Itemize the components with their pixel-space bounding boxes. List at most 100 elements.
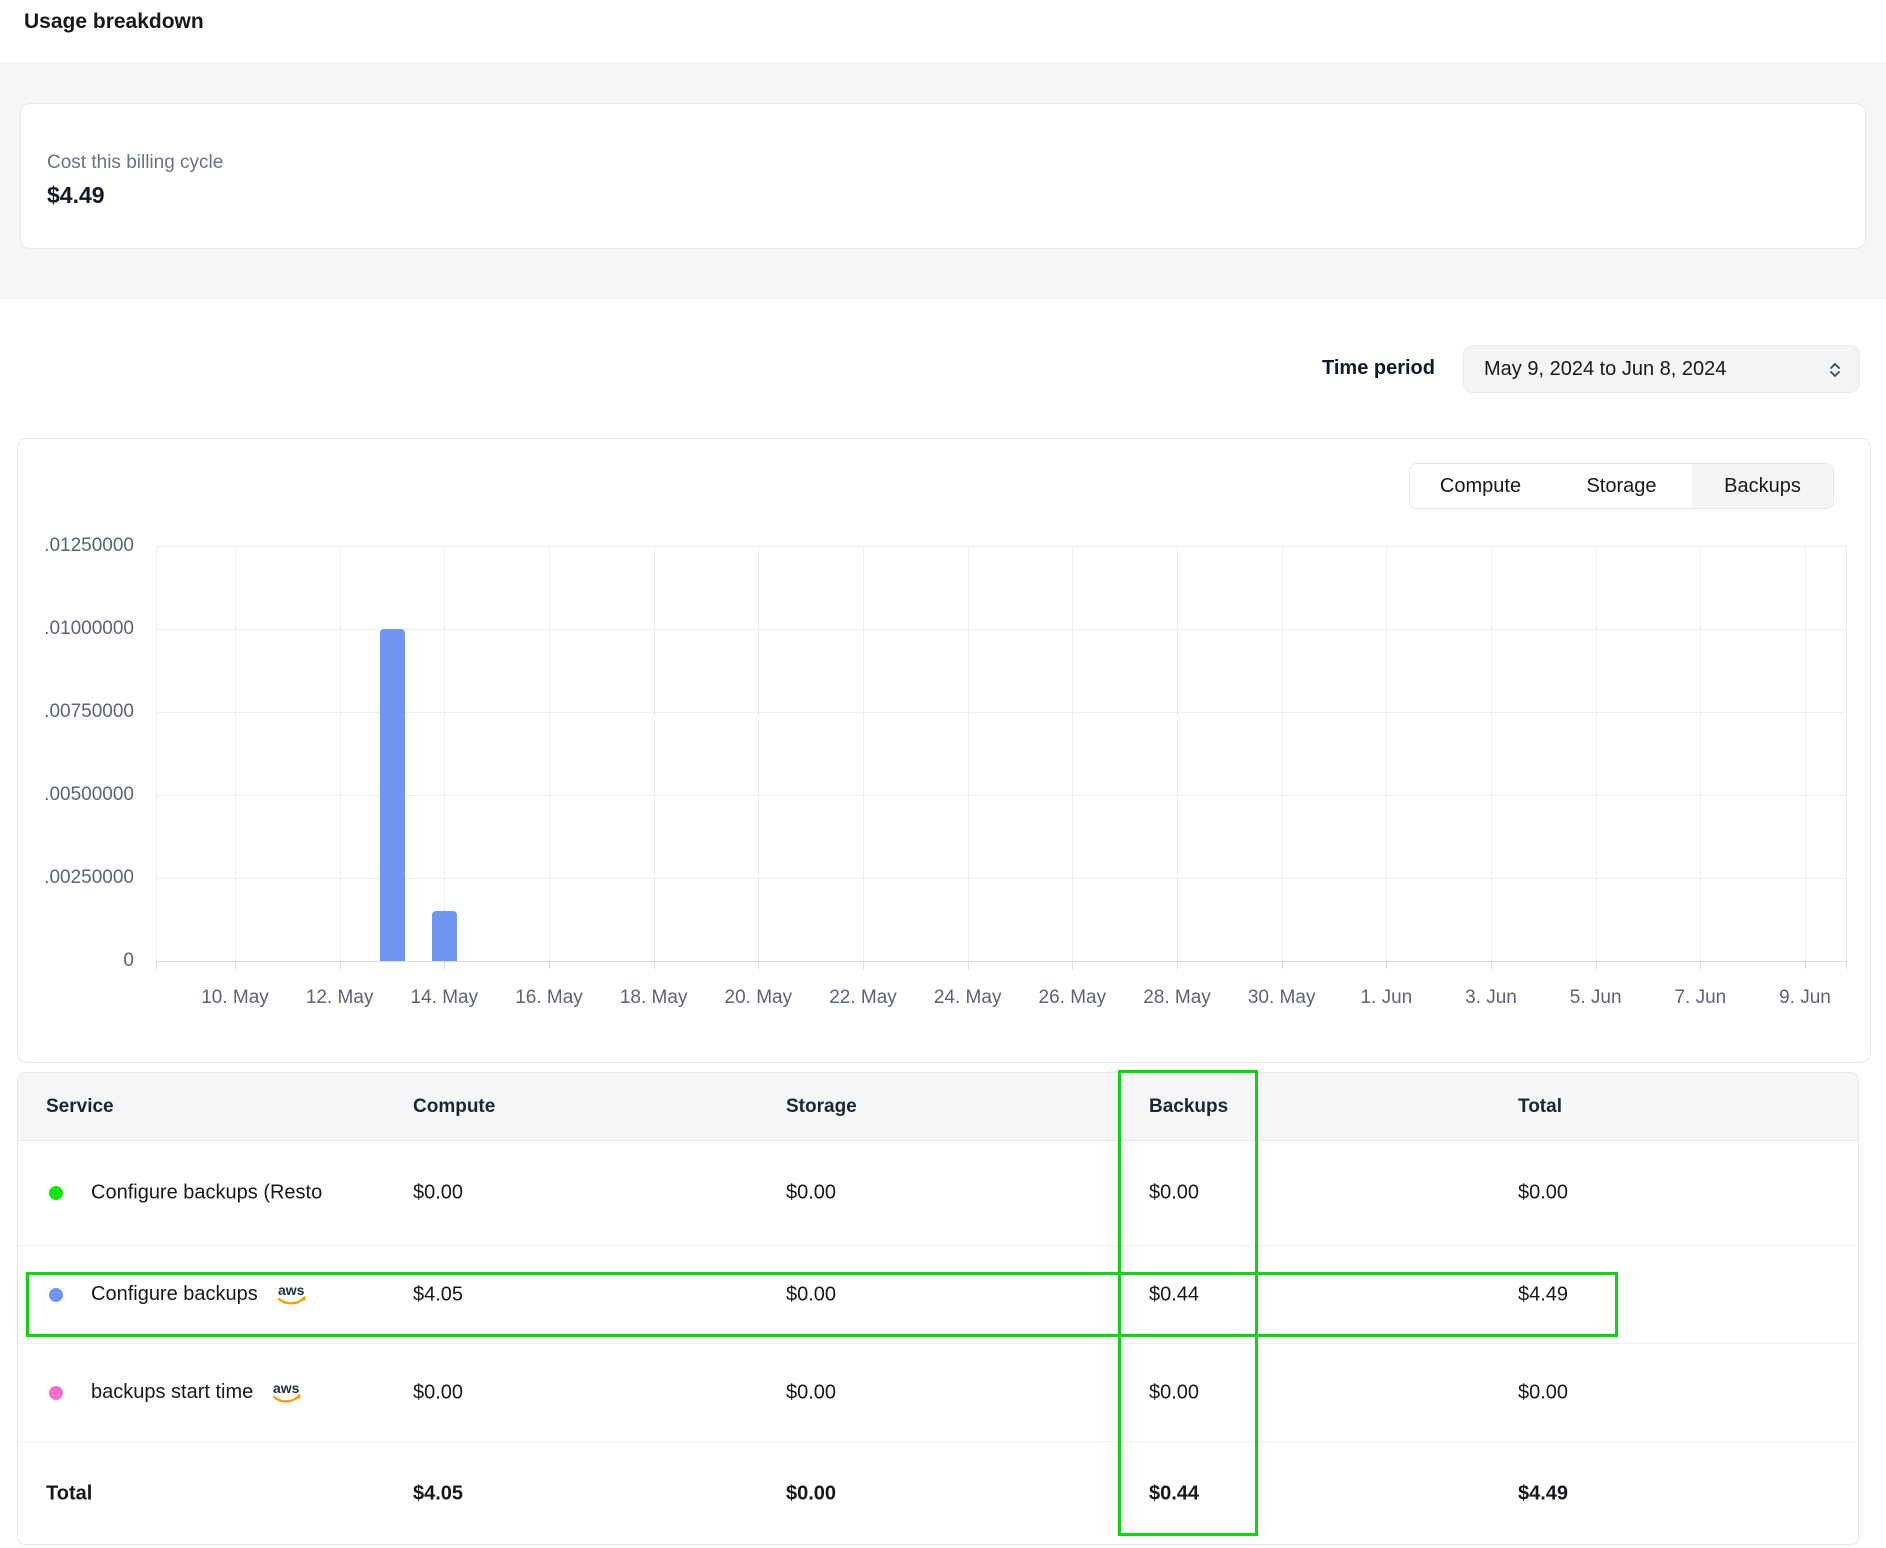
cost-card: Cost this billing cycle $4.49	[20, 103, 1866, 249]
x-axis-label: 9. Jun	[1779, 987, 1831, 1009]
axis-tick	[549, 961, 550, 969]
axis-tick	[1805, 961, 1806, 969]
x-gridline	[1491, 546, 1492, 961]
x-axis-label: 7. Jun	[1674, 987, 1726, 1009]
axis-tick	[340, 961, 341, 969]
x-gridline	[1177, 546, 1178, 961]
axis-tick	[654, 961, 655, 969]
cell-total: $4.49	[1518, 1283, 1568, 1306]
x-gridline	[1282, 546, 1283, 961]
axis-tick	[1282, 961, 1283, 969]
cell-service: backups start time aws	[91, 1379, 305, 1407]
cell-compute: $0.00	[413, 1182, 463, 1205]
col-header-storage: Storage	[786, 1073, 857, 1141]
usage-breakdown-screen: Usage breakdown Cost this billing cycle …	[0, 0, 1886, 1548]
usage-table: Service Compute Storage Backups Total Co…	[17, 1072, 1859, 1545]
chevron-updown-icon	[1827, 360, 1843, 380]
y-axis-label: .00500000	[24, 784, 134, 806]
aws-icon: aws	[269, 1379, 305, 1407]
cell-backups: $0.44	[1149, 1483, 1199, 1506]
x-axis-label: 16. May	[515, 987, 583, 1009]
time-period-select[interactable]: May 9, 2024 to Jun 8, 2024	[1463, 345, 1860, 393]
y-gridline	[156, 878, 1846, 879]
series-dot-blue	[49, 1288, 63, 1302]
axis-tick	[444, 961, 445, 969]
col-header-backups: Backups	[1149, 1073, 1228, 1141]
y-axis-label: .00250000	[24, 867, 134, 889]
cell-compute: $0.00	[413, 1381, 463, 1404]
x-axis-label: 30. May	[1248, 987, 1316, 1009]
x-gridline	[1072, 546, 1073, 961]
svg-text:aws: aws	[278, 1282, 305, 1298]
axis-tick	[968, 961, 969, 969]
y-axis-label: 0	[24, 950, 134, 972]
cell-storage: $0.00	[786, 1182, 836, 1205]
cell-service: Configure backups (Resto	[91, 1182, 322, 1205]
y-axis-label: .01000000	[24, 618, 134, 640]
y-gridline	[156, 712, 1846, 713]
axis-tick	[1072, 961, 1073, 969]
series-dot-pink	[49, 1386, 63, 1400]
axis-tick	[1700, 961, 1701, 969]
x-gridline	[863, 546, 864, 961]
axis-tick	[1596, 961, 1597, 969]
cost-band: Cost this billing cycle $4.49	[0, 62, 1886, 300]
axis-tick	[1491, 961, 1492, 969]
svg-text:aws: aws	[273, 1380, 300, 1396]
time-period-value: May 9, 2024 to Jun 8, 2024	[1484, 358, 1726, 380]
col-header-total: Total	[1518, 1073, 1562, 1141]
table-row-configure-backups-restored: Configure backups (Resto $0.00 $0.00 $0.…	[18, 1141, 1858, 1245]
x-gridline	[549, 546, 550, 961]
x-axis-label: 24. May	[934, 987, 1002, 1009]
cell-compute: $4.05	[413, 1483, 463, 1506]
x-gridline	[235, 546, 236, 961]
x-gridline	[156, 546, 157, 961]
x-gridline	[1386, 546, 1387, 961]
x-axis-label: 26. May	[1039, 987, 1107, 1009]
time-period-label: Time period	[1230, 357, 1435, 380]
y-gridline	[156, 629, 1846, 630]
cell-total-label: Total	[46, 1483, 92, 1506]
x-gridline	[1846, 546, 1847, 961]
usage-bar-chart: .01250000.01000000.00750000.00500000.002…	[18, 439, 1870, 1062]
x-axis-label: 5. Jun	[1570, 987, 1622, 1009]
y-gridline	[156, 795, 1846, 796]
x-axis-label: 22. May	[829, 987, 897, 1009]
x-gridline	[654, 546, 655, 961]
aws-icon: aws	[274, 1281, 310, 1309]
x-gridline	[758, 546, 759, 961]
x-gridline	[1700, 546, 1701, 961]
axis-tick	[1846, 961, 1847, 969]
usage-bar	[432, 911, 457, 961]
y-axis-label: .01250000	[24, 535, 134, 557]
y-gridline	[156, 546, 1846, 547]
cell-backups: $0.00	[1149, 1381, 1199, 1404]
axis-tick	[235, 961, 236, 969]
cell-storage: $0.00	[786, 1283, 836, 1306]
x-axis-label: 3. Jun	[1465, 987, 1517, 1009]
x-gridline	[1596, 546, 1597, 961]
x-axis-label: 20. May	[725, 987, 793, 1009]
cell-storage: $0.00	[786, 1483, 836, 1506]
table-row-backups-start-time: backups start time aws $0.00 $0.00 $0.00…	[18, 1343, 1858, 1441]
x-axis-label: 28. May	[1143, 987, 1211, 1009]
cell-total: $0.00	[1518, 1381, 1568, 1404]
cell-total: $4.49	[1518, 1483, 1568, 1506]
axis-tick	[758, 961, 759, 969]
x-axis-label: 10. May	[201, 987, 269, 1009]
cell-total: $0.00	[1518, 1182, 1568, 1205]
cell-service: Configure backups aws	[91, 1281, 310, 1309]
series-dot-green	[49, 1186, 63, 1200]
table-row-configure-backups: Configure backups aws $4.05 $0.00 $0.44 …	[18, 1245, 1858, 1343]
table-header-row: Service Compute Storage Backups Total	[18, 1073, 1858, 1141]
cell-storage: $0.00	[786, 1381, 836, 1404]
y-gridline	[156, 961, 1846, 962]
axis-tick	[1386, 961, 1387, 969]
x-axis-label: 12. May	[306, 987, 374, 1009]
usage-chart-card: Compute Storage Backups .01250000.010000…	[17, 438, 1871, 1063]
x-gridline	[444, 546, 445, 961]
usage-bar	[380, 629, 405, 961]
axis-tick	[863, 961, 864, 969]
x-axis-label: 14. May	[411, 987, 479, 1009]
x-gridline	[1805, 546, 1806, 961]
